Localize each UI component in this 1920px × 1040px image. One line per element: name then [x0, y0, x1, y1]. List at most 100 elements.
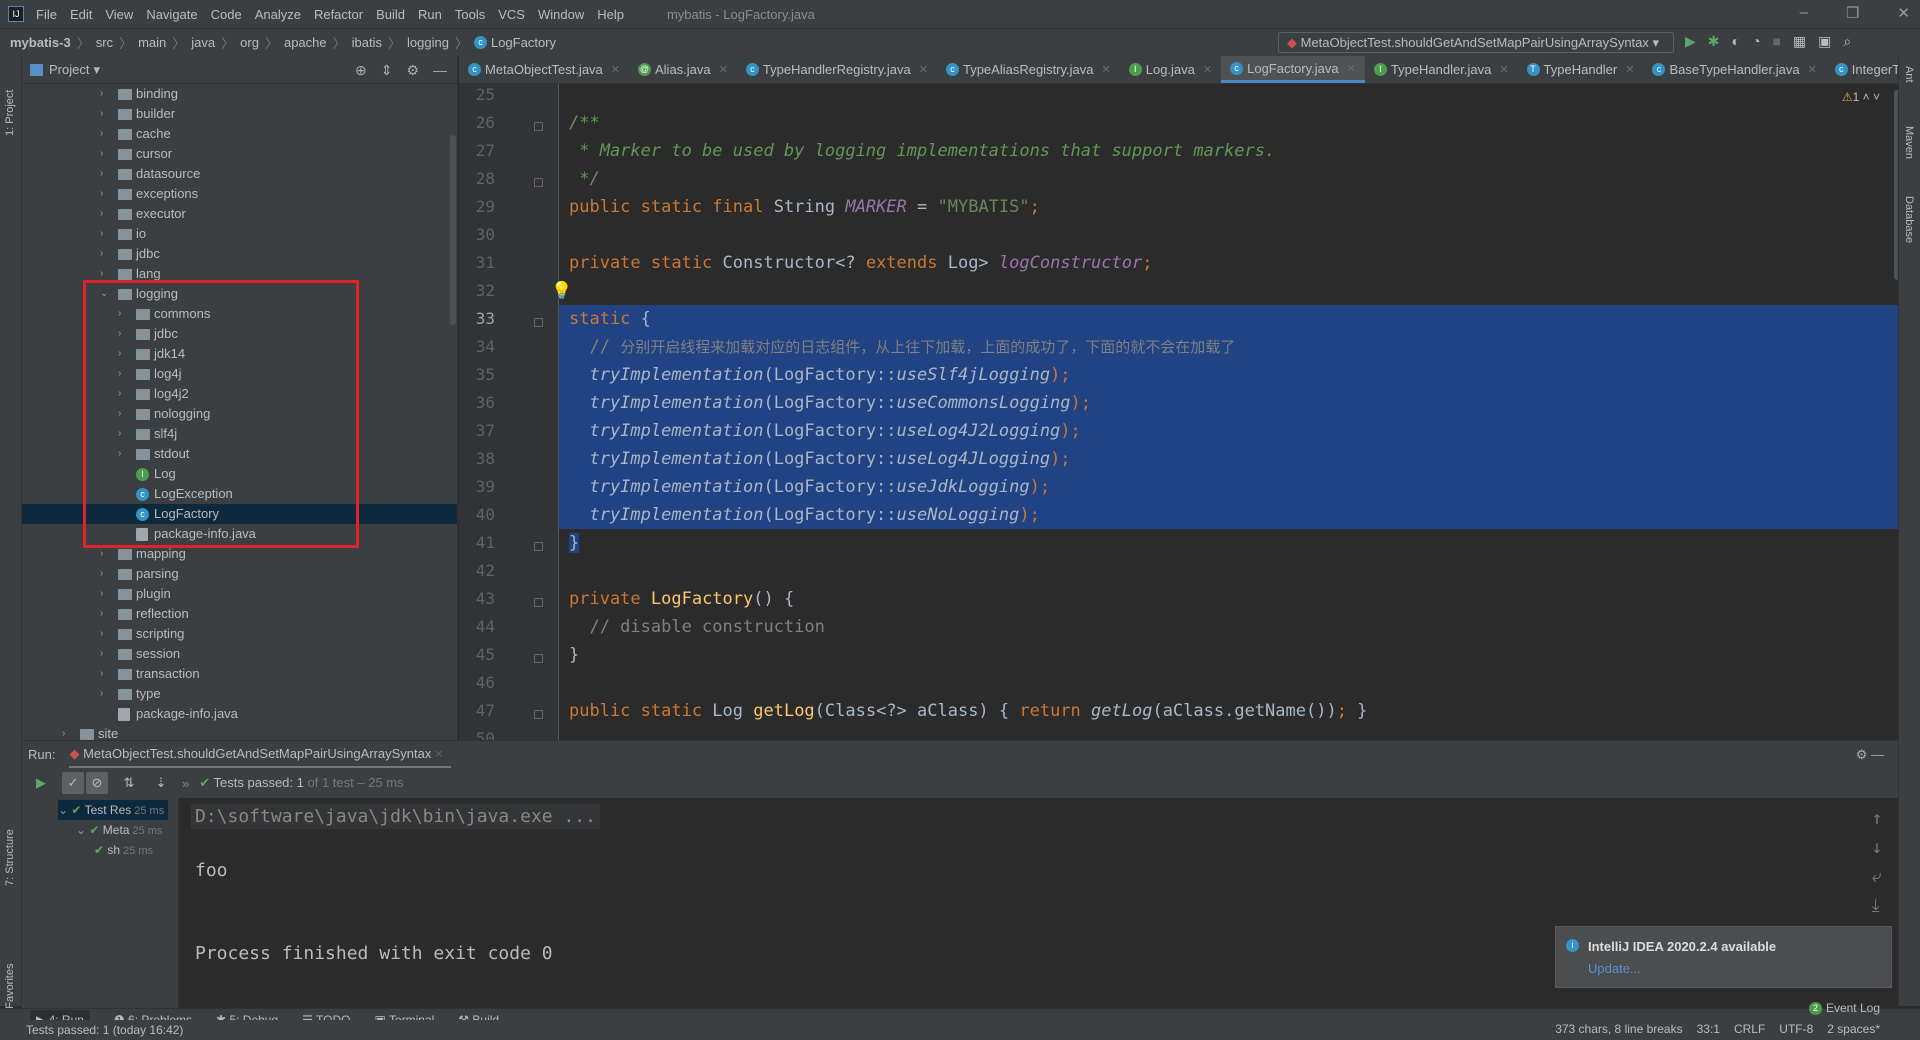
chevron-right-icon[interactable]: ›: [100, 624, 103, 644]
tree-item[interactable]: package-info.java: [22, 704, 457, 724]
menu-refactor[interactable]: Refactor: [314, 7, 363, 22]
lightbulb-icon[interactable]: 💡: [551, 277, 572, 305]
run-config-select[interactable]: ◆ MetaObjectTest.shouldGetAndSetMapPairU…: [1278, 32, 1674, 53]
menu-navigate[interactable]: Navigate: [146, 7, 197, 22]
project-view-select[interactable]: Project: [49, 62, 89, 77]
tab-basetypehandler-java[interactable]: c BaseTypeHandler.java ✕: [1643, 56, 1825, 83]
tree-item[interactable]: › type: [22, 684, 457, 704]
caret-position[interactable]: 33:1: [1697, 1022, 1720, 1036]
test-tree-item[interactable]: ⌄ ✔ Meta 25 ms: [76, 820, 162, 840]
chevron-right-icon[interactable]: ›: [100, 604, 103, 624]
fold-icon[interactable]: [534, 178, 543, 187]
ant-tool-button[interactable]: Ant: [1903, 66, 1915, 83]
profile-icon[interactable]: ◔: [1752, 33, 1760, 50]
chevron-down-icon[interactable]: ⌄: [76, 823, 89, 837]
tab-typehandler-java[interactable]: I TypeHandler.java ✕: [1365, 56, 1518, 83]
chevron-right-icon[interactable]: ›: [100, 204, 103, 224]
tree-item[interactable]: › exceptions: [22, 184, 457, 204]
tree-item[interactable]: › transaction: [22, 664, 457, 684]
tab-logfactory-java[interactable]: c LogFactory.java ✕: [1221, 56, 1365, 83]
event-log-button[interactable]: 2 Event Log: [1808, 1001, 1880, 1016]
breadcrumb-item[interactable]: org: [240, 35, 259, 50]
breadcrumb-item[interactable]: LogFactory: [491, 35, 556, 50]
chevron-right-icon[interactable]: ›: [100, 124, 103, 144]
database-tool-button[interactable]: Database: [1903, 196, 1915, 243]
show-passed-icon[interactable]: ✓: [62, 772, 84, 794]
menu-help[interactable]: Help: [597, 7, 624, 22]
run-tab[interactable]: ◆ MetaObjectTest.shouldGetAndSetMapPairU…: [69, 741, 451, 769]
test-tree-item[interactable]: ⌄ ✔ Test Res 25 ms: [58, 800, 169, 820]
test-tree-item[interactable]: ✔ sh 25 ms: [94, 840, 153, 860]
tree-item[interactable]: › session: [22, 644, 457, 664]
tab-log-java[interactable]: I Log.java ✕: [1120, 56, 1221, 83]
tree-item[interactable]: › cache: [22, 124, 457, 144]
breadcrumb-item[interactable]: main: [138, 35, 166, 50]
menu-vcs[interactable]: VCS: [498, 7, 525, 22]
tree-item[interactable]: › site: [22, 724, 457, 740]
scroll-end-icon[interactable]: ⤓: [1872, 895, 1886, 916]
hide-icon[interactable]: —: [433, 62, 447, 79]
breadcrumb-item[interactable]: ibatis: [352, 35, 382, 50]
chevron-right-icon[interactable]: ›: [100, 224, 103, 244]
fold-icon[interactable]: [534, 542, 543, 551]
tree-item[interactable]: › executor: [22, 204, 457, 224]
close-button[interactable]: ✕: [1897, 4, 1910, 22]
chevron-right-icon[interactable]: ›: [100, 164, 103, 184]
close-tab-icon[interactable]: ✕: [919, 63, 928, 76]
tree-item[interactable]: › plugin: [22, 584, 457, 604]
close-tab-icon[interactable]: ✕: [1808, 63, 1817, 76]
chevron-right-icon[interactable]: ›: [100, 244, 103, 264]
tree-item[interactable]: › scripting: [22, 624, 457, 644]
wrap-icon[interactable]: ⤶: [1872, 866, 1886, 887]
terminal-icon[interactable]: ▣: [1818, 33, 1831, 50]
collapse-all-icon[interactable]: ⇕: [381, 62, 393, 79]
stop-icon[interactable]: ■: [1772, 33, 1780, 50]
fold-icon[interactable]: [534, 654, 543, 663]
fold-icon[interactable]: [534, 122, 543, 131]
indent[interactable]: 2 spaces*: [1827, 1022, 1880, 1036]
close-tab-icon[interactable]: ✕: [1203, 63, 1212, 76]
minimize-button[interactable]: –: [1800, 4, 1808, 22]
project-scrollbar[interactable]: [450, 135, 456, 325]
tree-item[interactable]: › reflection: [22, 604, 457, 624]
encoding[interactable]: UTF-8: [1779, 1022, 1813, 1036]
code-editor[interactable]: 25 26 27 28 29 30 31 32 33 34 35 36 37 38 39 40 41 42 43 44…: [459, 84, 1898, 740]
close-tab-icon[interactable]: ✕: [1625, 63, 1634, 76]
close-tab-icon[interactable]: ✕: [1499, 63, 1508, 76]
sort-alpha-icon[interactable]: ⇅: [118, 772, 140, 794]
tab-metaobjecttest-java[interactable]: c MetaObjectTest.java ✕: [459, 56, 629, 83]
tab-typealiasregistry-java[interactable]: c TypeAliasRegistry.java ✕: [937, 56, 1120, 83]
fold-icon[interactable]: [534, 598, 543, 607]
coverage-icon[interactable]: ◐: [1732, 33, 1740, 50]
menu-edit[interactable]: Edit: [70, 7, 92, 22]
gear-icon[interactable]: ⚙: [406, 62, 419, 79]
show-ignored-icon[interactable]: ⊘: [86, 772, 108, 794]
run-icon[interactable]: ▶: [1685, 33, 1696, 50]
project-tool-button[interactable]: 1: Project: [4, 90, 16, 136]
chevron-right-icon[interactable]: ›: [100, 184, 103, 204]
close-tab-icon[interactable]: ✕: [719, 63, 728, 76]
menu-code[interactable]: Code: [211, 7, 242, 22]
update-link[interactable]: Update...: [1588, 961, 1641, 976]
tree-item[interactable]: › cursor: [22, 144, 457, 164]
chevron-right-icon[interactable]: ›: [100, 564, 103, 584]
rerun-icon[interactable]: ▶: [30, 772, 52, 794]
fold-icon[interactable]: [534, 710, 543, 719]
tree-item[interactable]: › io: [22, 224, 457, 244]
up-icon[interactable]: ↑: [1872, 808, 1886, 829]
structure-tool-button[interactable]: 7: Structure: [4, 829, 16, 886]
chevron-down-icon[interactable]: ⌄: [58, 803, 71, 817]
chevron-right-icon[interactable]: ›: [100, 644, 103, 664]
tab-alias-java[interactable]: @ Alias.java ✕: [629, 56, 737, 83]
locate-icon[interactable]: ⊕: [355, 62, 367, 79]
sort-duration-icon[interactable]: ⇣: [150, 772, 172, 794]
tree-item[interactable]: › binding: [22, 84, 457, 104]
project-structure-icon[interactable]: ▦: [1793, 33, 1806, 50]
close-tab-icon[interactable]: ✕: [611, 63, 620, 76]
tree-item[interactable]: › parsing: [22, 564, 457, 584]
restore-button[interactable]: ❐: [1846, 4, 1859, 22]
chevron-right-icon[interactable]: ›: [62, 724, 65, 740]
tab-typehandler[interactable]: T TypeHandler ✕: [1518, 56, 1644, 83]
tree-item[interactable]: › builder: [22, 104, 457, 124]
line-separator[interactable]: CRLF: [1734, 1022, 1765, 1036]
